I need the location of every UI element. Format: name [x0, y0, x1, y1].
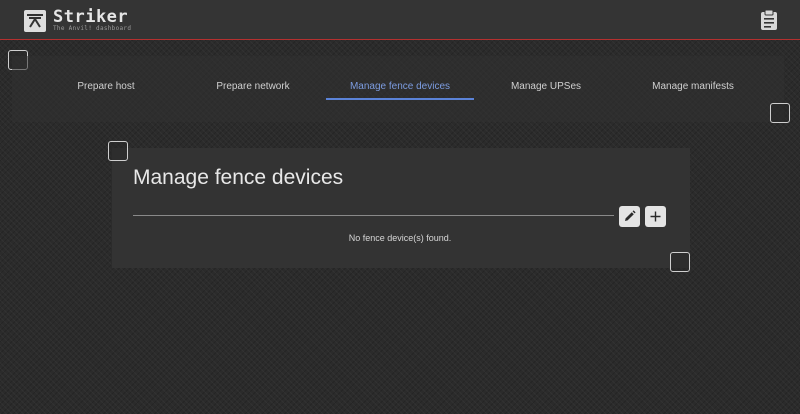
- corner-handle-panel-bottom-right: [670, 252, 690, 272]
- clipboard-icon[interactable]: [758, 9, 780, 31]
- add-fence-device-button[interactable]: [645, 206, 666, 227]
- empty-state-message: No fence device(s) found.: [348, 233, 452, 243]
- panel-divider: [133, 215, 614, 216]
- tab-manage-manifests[interactable]: Manage manifests: [638, 77, 748, 101]
- tab-manage-upses[interactable]: Manage UPSes: [496, 77, 596, 101]
- app-header: Striker The Anvil! dashboard: [0, 0, 800, 40]
- panel-title: Manage fence devices: [133, 166, 344, 189]
- anvil-logo-icon: [24, 10, 46, 32]
- corner-handle-right: [770, 103, 790, 123]
- app-subtitle: The Anvil! dashboard: [53, 25, 132, 32]
- corner-handle-panel-top-left: [108, 141, 128, 161]
- app-title: Striker: [53, 7, 129, 27]
- edit-button[interactable]: [619, 206, 640, 227]
- tab-prepare-host[interactable]: Prepare host: [56, 77, 156, 101]
- active-tab-indicator: [326, 98, 474, 100]
- tab-prepare-network[interactable]: Prepare network: [198, 77, 308, 101]
